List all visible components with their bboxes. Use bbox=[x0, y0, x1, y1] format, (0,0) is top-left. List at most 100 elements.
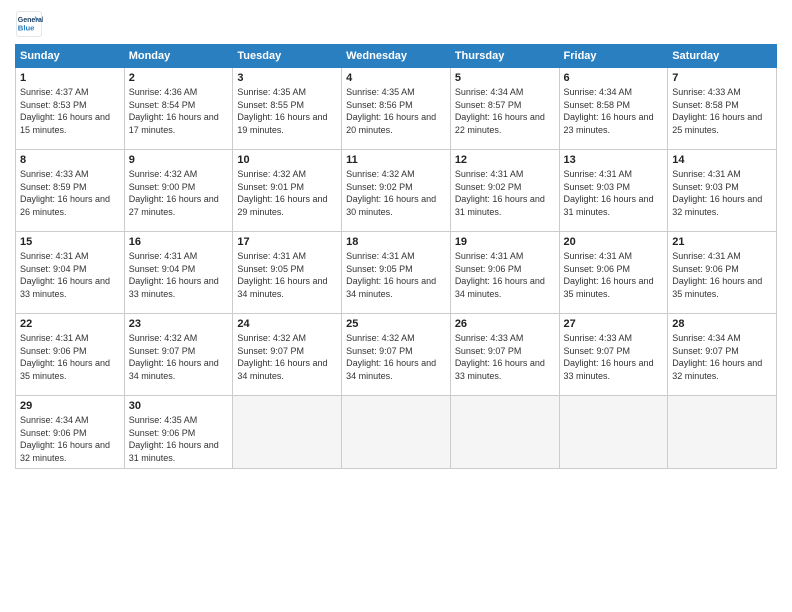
page: General Blue SundayMondayTuesdayWednesda… bbox=[0, 0, 792, 612]
day-info: Sunrise: 4:31 AM Sunset: 9:03 PM Dayligh… bbox=[564, 168, 664, 218]
day-number: 15 bbox=[20, 236, 120, 248]
day-info: Sunrise: 4:32 AM Sunset: 9:07 PM Dayligh… bbox=[346, 332, 446, 382]
weekday-header-row: SundayMondayTuesdayWednesdayThursdayFrid… bbox=[16, 45, 777, 68]
day-info: Sunrise: 4:33 AM Sunset: 8:59 PM Dayligh… bbox=[20, 168, 120, 218]
day-info: Sunrise: 4:35 AM Sunset: 9:06 PM Dayligh… bbox=[129, 414, 229, 464]
calendar-cell: 22 Sunrise: 4:31 AM Sunset: 9:06 PM Dayl… bbox=[16, 314, 125, 396]
day-number: 21 bbox=[672, 236, 772, 248]
day-info: Sunrise: 4:35 AM Sunset: 8:56 PM Dayligh… bbox=[346, 86, 446, 136]
logo-icon: General Blue bbox=[15, 10, 43, 38]
calendar-cell: 21 Sunrise: 4:31 AM Sunset: 9:06 PM Dayl… bbox=[668, 232, 777, 314]
day-number: 13 bbox=[564, 154, 664, 166]
calendar-cell: 18 Sunrise: 4:31 AM Sunset: 9:05 PM Dayl… bbox=[342, 232, 451, 314]
calendar-cell: 14 Sunrise: 4:31 AM Sunset: 9:03 PM Dayl… bbox=[668, 150, 777, 232]
calendar-week-4: 22 Sunrise: 4:31 AM Sunset: 9:06 PM Dayl… bbox=[16, 314, 777, 396]
day-info: Sunrise: 4:31 AM Sunset: 9:06 PM Dayligh… bbox=[672, 250, 772, 300]
day-number: 3 bbox=[237, 72, 337, 84]
day-info: Sunrise: 4:32 AM Sunset: 9:01 PM Dayligh… bbox=[237, 168, 337, 218]
day-info: Sunrise: 4:31 AM Sunset: 9:05 PM Dayligh… bbox=[346, 250, 446, 300]
calendar-cell bbox=[668, 396, 777, 469]
calendar-cell bbox=[450, 396, 559, 469]
day-info: Sunrise: 4:32 AM Sunset: 9:07 PM Dayligh… bbox=[237, 332, 337, 382]
day-info: Sunrise: 4:31 AM Sunset: 9:04 PM Dayligh… bbox=[20, 250, 120, 300]
day-number: 17 bbox=[237, 236, 337, 248]
calendar-cell: 28 Sunrise: 4:34 AM Sunset: 9:07 PM Dayl… bbox=[668, 314, 777, 396]
day-number: 6 bbox=[564, 72, 664, 84]
day-info: Sunrise: 4:31 AM Sunset: 9:06 PM Dayligh… bbox=[455, 250, 555, 300]
calendar-cell: 8 Sunrise: 4:33 AM Sunset: 8:59 PM Dayli… bbox=[16, 150, 125, 232]
calendar-cell: 15 Sunrise: 4:31 AM Sunset: 9:04 PM Dayl… bbox=[16, 232, 125, 314]
day-info: Sunrise: 4:33 AM Sunset: 8:58 PM Dayligh… bbox=[672, 86, 772, 136]
day-number: 29 bbox=[20, 400, 120, 412]
calendar-cell: 3 Sunrise: 4:35 AM Sunset: 8:55 PM Dayli… bbox=[233, 68, 342, 150]
day-info: Sunrise: 4:31 AM Sunset: 9:06 PM Dayligh… bbox=[20, 332, 120, 382]
day-info: Sunrise: 4:34 AM Sunset: 9:06 PM Dayligh… bbox=[20, 414, 120, 464]
weekday-thursday: Thursday bbox=[450, 45, 559, 68]
day-info: Sunrise: 4:35 AM Sunset: 8:55 PM Dayligh… bbox=[237, 86, 337, 136]
day-number: 22 bbox=[20, 318, 120, 330]
day-number: 11 bbox=[346, 154, 446, 166]
calendar-cell: 13 Sunrise: 4:31 AM Sunset: 9:03 PM Dayl… bbox=[559, 150, 668, 232]
day-info: Sunrise: 4:32 AM Sunset: 9:00 PM Dayligh… bbox=[129, 168, 229, 218]
day-number: 16 bbox=[129, 236, 229, 248]
calendar-cell: 6 Sunrise: 4:34 AM Sunset: 8:58 PM Dayli… bbox=[559, 68, 668, 150]
day-number: 4 bbox=[346, 72, 446, 84]
calendar-cell: 24 Sunrise: 4:32 AM Sunset: 9:07 PM Dayl… bbox=[233, 314, 342, 396]
day-number: 24 bbox=[237, 318, 337, 330]
day-number: 20 bbox=[564, 236, 664, 248]
calendar-cell: 7 Sunrise: 4:33 AM Sunset: 8:58 PM Dayli… bbox=[668, 68, 777, 150]
day-info: Sunrise: 4:34 AM Sunset: 8:57 PM Dayligh… bbox=[455, 86, 555, 136]
day-number: 28 bbox=[672, 318, 772, 330]
calendar-cell: 20 Sunrise: 4:31 AM Sunset: 9:06 PM Dayl… bbox=[559, 232, 668, 314]
calendar-cell: 5 Sunrise: 4:34 AM Sunset: 8:57 PM Dayli… bbox=[450, 68, 559, 150]
calendar-cell: 11 Sunrise: 4:32 AM Sunset: 9:02 PM Dayl… bbox=[342, 150, 451, 232]
calendar-week-5: 29 Sunrise: 4:34 AM Sunset: 9:06 PM Dayl… bbox=[16, 396, 777, 469]
day-info: Sunrise: 4:34 AM Sunset: 8:58 PM Dayligh… bbox=[564, 86, 664, 136]
day-info: Sunrise: 4:33 AM Sunset: 9:07 PM Dayligh… bbox=[564, 332, 664, 382]
day-info: Sunrise: 4:31 AM Sunset: 9:04 PM Dayligh… bbox=[129, 250, 229, 300]
calendar-cell bbox=[342, 396, 451, 469]
calendar-cell: 27 Sunrise: 4:33 AM Sunset: 9:07 PM Dayl… bbox=[559, 314, 668, 396]
day-info: Sunrise: 4:31 AM Sunset: 9:05 PM Dayligh… bbox=[237, 250, 337, 300]
day-number: 30 bbox=[129, 400, 229, 412]
day-number: 14 bbox=[672, 154, 772, 166]
day-info: Sunrise: 4:37 AM Sunset: 8:53 PM Dayligh… bbox=[20, 86, 120, 136]
calendar-cell: 25 Sunrise: 4:32 AM Sunset: 9:07 PM Dayl… bbox=[342, 314, 451, 396]
calendar-cell bbox=[233, 396, 342, 469]
calendar-cell: 2 Sunrise: 4:36 AM Sunset: 8:54 PM Dayli… bbox=[124, 68, 233, 150]
calendar-cell: 19 Sunrise: 4:31 AM Sunset: 9:06 PM Dayl… bbox=[450, 232, 559, 314]
day-number: 26 bbox=[455, 318, 555, 330]
day-number: 7 bbox=[672, 72, 772, 84]
calendar: SundayMondayTuesdayWednesdayThursdayFrid… bbox=[15, 44, 777, 469]
weekday-wednesday: Wednesday bbox=[342, 45, 451, 68]
day-number: 9 bbox=[129, 154, 229, 166]
day-number: 10 bbox=[237, 154, 337, 166]
day-number: 23 bbox=[129, 318, 229, 330]
day-number: 25 bbox=[346, 318, 446, 330]
weekday-sunday: Sunday bbox=[16, 45, 125, 68]
day-info: Sunrise: 4:33 AM Sunset: 9:07 PM Dayligh… bbox=[455, 332, 555, 382]
day-info: Sunrise: 4:31 AM Sunset: 9:03 PM Dayligh… bbox=[672, 168, 772, 218]
calendar-week-3: 15 Sunrise: 4:31 AM Sunset: 9:04 PM Dayl… bbox=[16, 232, 777, 314]
weekday-tuesday: Tuesday bbox=[233, 45, 342, 68]
day-number: 18 bbox=[346, 236, 446, 248]
calendar-cell: 26 Sunrise: 4:33 AM Sunset: 9:07 PM Dayl… bbox=[450, 314, 559, 396]
weekday-friday: Friday bbox=[559, 45, 668, 68]
calendar-cell: 16 Sunrise: 4:31 AM Sunset: 9:04 PM Dayl… bbox=[124, 232, 233, 314]
day-number: 2 bbox=[129, 72, 229, 84]
weekday-saturday: Saturday bbox=[668, 45, 777, 68]
day-number: 27 bbox=[564, 318, 664, 330]
calendar-week-2: 8 Sunrise: 4:33 AM Sunset: 8:59 PM Dayli… bbox=[16, 150, 777, 232]
calendar-cell: 9 Sunrise: 4:32 AM Sunset: 9:00 PM Dayli… bbox=[124, 150, 233, 232]
calendar-cell: 4 Sunrise: 4:35 AM Sunset: 8:56 PM Dayli… bbox=[342, 68, 451, 150]
calendar-cell bbox=[559, 396, 668, 469]
calendar-cell: 17 Sunrise: 4:31 AM Sunset: 9:05 PM Dayl… bbox=[233, 232, 342, 314]
header: General Blue bbox=[15, 10, 777, 38]
day-number: 5 bbox=[455, 72, 555, 84]
logo: General Blue bbox=[15, 10, 43, 38]
svg-text:Blue: Blue bbox=[18, 23, 35, 32]
calendar-week-1: 1 Sunrise: 4:37 AM Sunset: 8:53 PM Dayli… bbox=[16, 68, 777, 150]
weekday-monday: Monday bbox=[124, 45, 233, 68]
day-number: 19 bbox=[455, 236, 555, 248]
day-info: Sunrise: 4:34 AM Sunset: 9:07 PM Dayligh… bbox=[672, 332, 772, 382]
